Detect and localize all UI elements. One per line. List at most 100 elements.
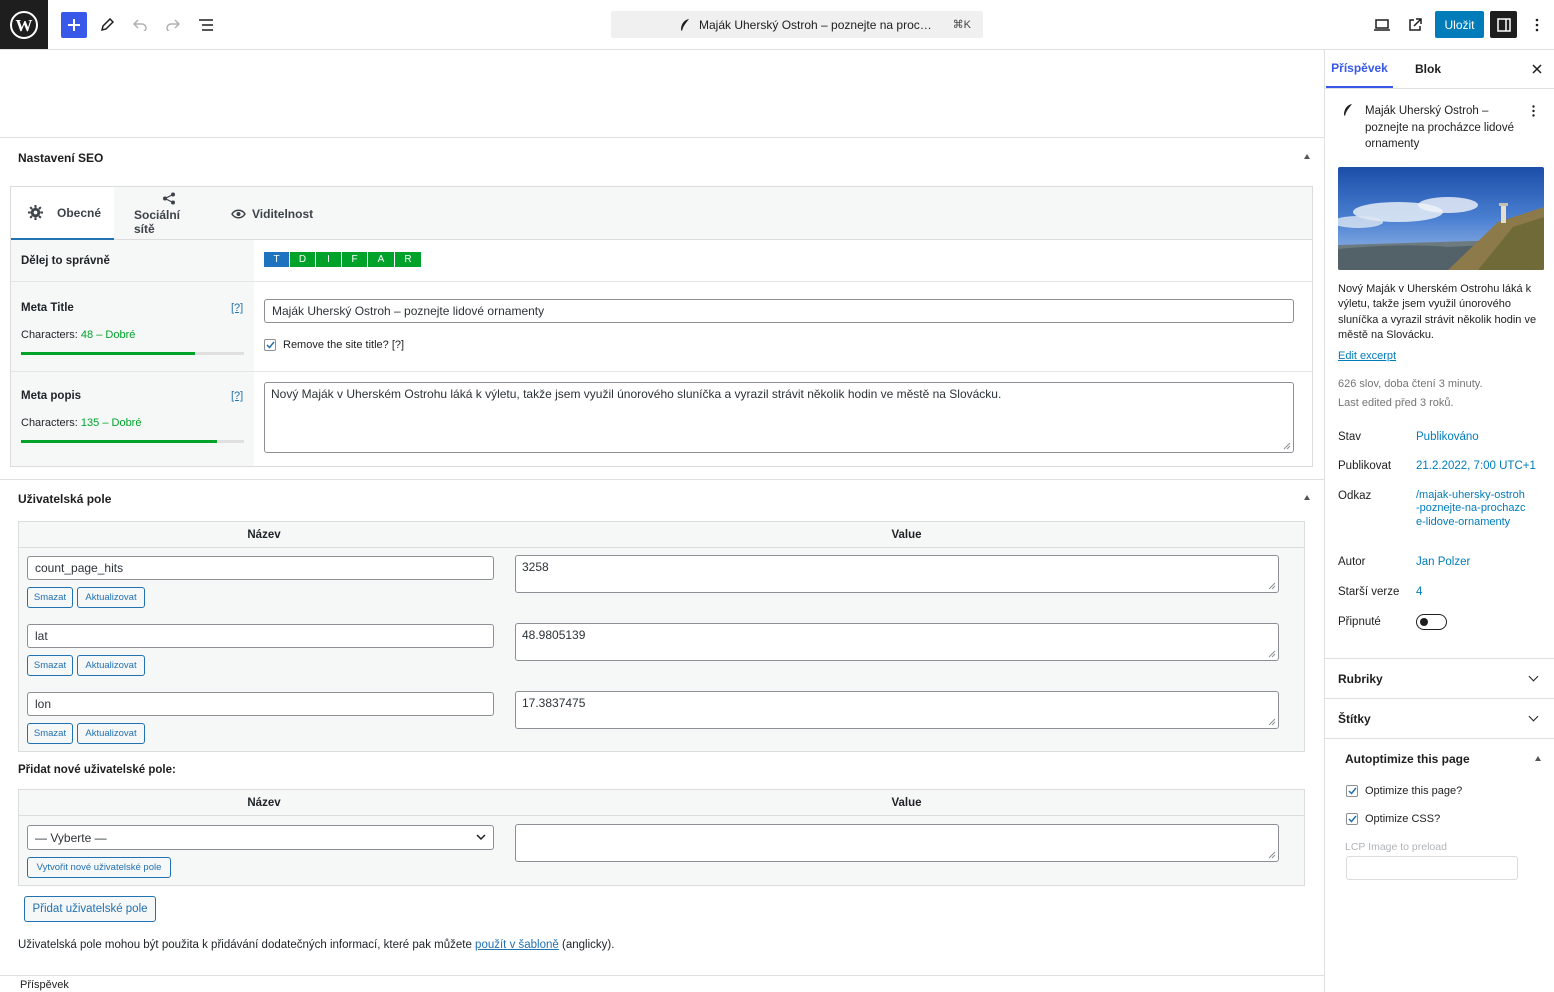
custom-field-value-textarea[interactable]: 3258	[515, 555, 1279, 593]
delete-button[interactable]: Smazat	[27, 723, 73, 744]
more-options-icon[interactable]	[1524, 12, 1550, 38]
tdifar-indicator: T D I F A R	[264, 252, 421, 267]
seo-tabs: Obecné Sociální sítě Viditelnost	[11, 187, 1312, 240]
custom-field-value-textarea[interactable]: 17.3837475	[515, 691, 1279, 729]
featured-image[interactable]	[1338, 167, 1544, 270]
resize-handle-icon[interactable]	[1268, 718, 1276, 726]
tab-general-label: Obecné	[57, 205, 102, 220]
pencil-icon[interactable]	[94, 12, 120, 38]
seo-row-meta-description: Meta popis [?] Characters: 135 – Dobré N…	[11, 372, 1312, 466]
resize-handle-icon[interactable]	[1283, 442, 1291, 450]
share-icon	[163, 192, 175, 204]
status-label: Stav	[1338, 431, 1362, 443]
post-feather-icon	[1344, 104, 1352, 116]
create-new-field-button[interactable]: Vytvořit nové uživatelské pole	[27, 857, 171, 878]
redo-icon[interactable]	[160, 12, 186, 38]
meta-title-progress-bar	[21, 352, 244, 355]
col-value-header: Value	[891, 796, 922, 809]
lcp-image-input[interactable]	[1346, 856, 1518, 880]
tab-block[interactable]: Blok	[1415, 50, 1441, 88]
view-post-external-icon[interactable]	[1402, 12, 1428, 38]
letter-t: T	[264, 252, 289, 267]
settings-sidebar-toggle-icon[interactable]	[1490, 11, 1517, 38]
svg-text:W: W	[16, 16, 33, 35]
chevron-down-icon	[476, 834, 486, 841]
sticky-toggle[interactable]	[1416, 614, 1447, 630]
status-value[interactable]: Publikováno	[1416, 431, 1479, 443]
wordpress-logo-icon[interactable]: W	[0, 0, 48, 49]
breadcrumb[interactable]: Příspěvek	[20, 979, 69, 991]
seo-metabox: Obecné Sociální sítě Viditelnost Dělej t…	[10, 186, 1313, 467]
gear-icon	[28, 205, 43, 220]
custom-field-name-input[interactable]: lat	[27, 624, 494, 648]
custom-field-select[interactable]: — Vyberte —	[27, 825, 494, 850]
update-button[interactable]: Aktualizovat	[77, 723, 145, 744]
seo-row-meta-title: Meta Title [?] Characters: 48 – Dobré Ma…	[11, 282, 1312, 372]
seo-panel-title: Nastavení SEO	[18, 151, 104, 165]
seo-row-do-it-right: Dělej to správně T D I F A R	[11, 240, 1312, 282]
author-label: Autor	[1338, 556, 1366, 568]
tags-title: Štítky	[1338, 712, 1371, 726]
tab-visibility-label: Viditelnost	[252, 206, 314, 221]
add-custom-field-button[interactable]: Přidat uživatelské pole	[24, 896, 156, 922]
optimize-page-checkbox[interactable]	[1346, 785, 1358, 797]
publish-date[interactable]: 21.2.2022, 7:00 UTC+1	[1416, 460, 1536, 472]
categories-section[interactable]: Rubriky	[1325, 658, 1554, 698]
do-it-right-label: Dělej to správně	[21, 255, 110, 267]
post-link[interactable]: /majak-uhersky-ostroh-poznejte-na-procha…	[1416, 489, 1526, 529]
settings-sidebar: Příspěvek Blok Maják Uherský Ostroh – po…	[1324, 50, 1554, 992]
collapse-seo-icon[interactable]	[1304, 154, 1310, 159]
custom-field-value-textarea[interactable]: 48.9805139	[515, 623, 1279, 661]
meta-title-char-count: Characters: 48 – Dobré	[21, 329, 136, 341]
post-actions-icon[interactable]	[1532, 105, 1535, 117]
update-button[interactable]: Aktualizovat	[77, 587, 145, 608]
save-button[interactable]: Uložit	[1435, 11, 1484, 38]
letter-a: A	[368, 252, 394, 267]
collapse-autoptimize-icon[interactable]	[1535, 756, 1541, 761]
tab-visibility[interactable]: Viditelnost	[231, 187, 331, 240]
tab-social[interactable]: Sociální sítě	[134, 187, 204, 240]
eye-icon	[231, 209, 246, 218]
custom-field-name-input[interactable]: lon	[27, 692, 494, 716]
resize-handle-icon[interactable]	[1268, 650, 1276, 658]
tab-post[interactable]: Příspěvek	[1326, 50, 1393, 88]
custom-field-name-input[interactable]: count_page_hits	[27, 556, 494, 580]
meta-title-progress-fill	[21, 352, 195, 355]
meta-description-textarea[interactable]: Nový Maják v Uherském Ostrohu láká k výl…	[264, 382, 1294, 453]
col-name-header: Název	[247, 528, 281, 541]
remove-site-title-checkbox[interactable]	[264, 339, 276, 351]
use-in-template-link[interactable]: použít v šabloně	[475, 939, 559, 951]
close-icon[interactable]	[1532, 64, 1542, 74]
resize-handle-icon[interactable]	[1268, 851, 1276, 859]
chevron-down-icon	[1528, 711, 1539, 722]
meta-title-label: Meta Title	[21, 302, 74, 314]
meta-title-input[interactable]: Maják Uherský Ostroh – poznejte lidové o…	[264, 299, 1294, 323]
collapse-custom-fields-icon[interactable]	[1304, 495, 1310, 500]
meta-description-label: Meta popis	[21, 390, 82, 402]
meta-description-progress-fill	[21, 440, 218, 443]
update-button[interactable]: Aktualizovat	[77, 655, 145, 676]
preview-device-icon[interactable]	[1369, 12, 1395, 38]
letter-f: F	[342, 252, 367, 267]
document-overview-icon[interactable]	[193, 12, 219, 38]
meta-description-text: Nový Maják v Uherském Ostrohu láká k výl…	[271, 387, 1002, 401]
editor-toolbar: W Maják Uherský Ostroh – poznejte na pro…	[0, 0, 1554, 50]
tags-section[interactable]: Štítky	[1325, 698, 1554, 738]
meta-title-help-link[interactable]: [?]	[231, 302, 243, 314]
delete-button[interactable]: Smazat	[27, 587, 73, 608]
resize-handle-icon[interactable]	[1268, 582, 1276, 590]
tab-general[interactable]: Obecné	[11, 187, 114, 240]
shortcut-hint: ⌘K	[952, 19, 971, 31]
command-palette-bar[interactable]: Maják Uherský Ostroh – poznejte na proc……	[611, 11, 983, 38]
remove-site-title-label: Remove the site title? [?]	[283, 339, 405, 351]
revisions-count[interactable]: 4	[1416, 586, 1422, 598]
edit-excerpt-link[interactable]: Edit excerpt	[1338, 350, 1396, 362]
optimize-css-checkbox[interactable]	[1346, 813, 1358, 825]
add-block-button[interactable]	[61, 12, 87, 38]
publish-label: Publikovat	[1338, 460, 1392, 472]
meta-description-help-link[interactable]: [?]	[231, 390, 243, 402]
new-field-value-textarea[interactable]	[515, 824, 1279, 862]
undo-icon[interactable]	[127, 12, 153, 38]
author-value[interactable]: Jan Polzer	[1416, 556, 1470, 568]
delete-button[interactable]: Smazat	[27, 655, 73, 676]
